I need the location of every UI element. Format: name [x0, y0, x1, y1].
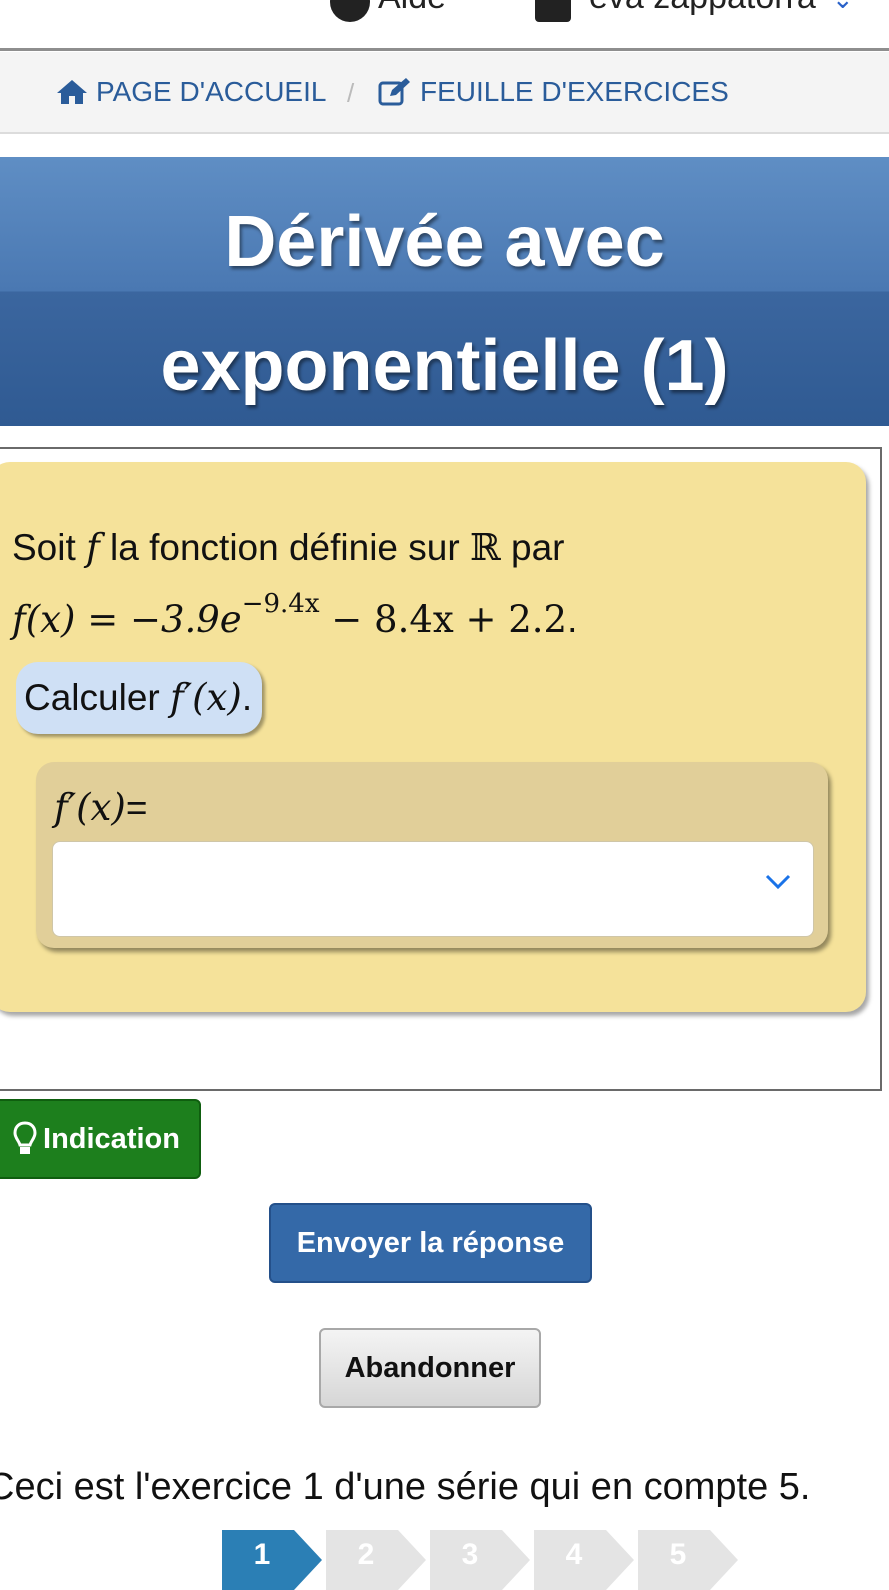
chevron-down-icon: [765, 874, 791, 890]
chevron-down-icon: ⌄: [832, 0, 854, 14]
hint-button[interactable]: Indication: [0, 1099, 201, 1179]
pager-item-4[interactable]: 4: [534, 1530, 634, 1590]
statement-line-1: Soit f la fonction définie sur ℝ par: [12, 520, 577, 576]
exercise-pager: 1 2 3 4 5: [222, 1530, 742, 1590]
answer-label-equals: =: [125, 787, 148, 828]
answer-label: f′(x)=: [54, 780, 147, 836]
user-name: eva zappatorra: [589, 0, 816, 16]
pager-item-3[interactable]: 3: [430, 1530, 530, 1590]
statement-intro: Soit: [12, 527, 76, 568]
answer-label-math: f′(x): [54, 786, 126, 829]
breadcrumb-exercise-sheet[interactable]: FEUILLE D'EXERCICES: [378, 76, 729, 108]
breadcrumb-home-label: PAGE D'ACCUEIL: [96, 76, 327, 107]
page-title: Dérivée avec exponentielle (1): [160, 202, 729, 406]
question-end: .: [241, 677, 253, 718]
exercise-statement: Soit f la fonction définie sur ℝ par f(x…: [12, 520, 577, 648]
user-menu[interactable]: eva zappatorra ⌄: [535, 0, 854, 22]
pager-item-5[interactable]: 5: [638, 1530, 738, 1590]
lightbulb-icon: [13, 1121, 37, 1154]
user-icon: [535, 0, 571, 22]
formula-lhs: f(x) = −3.9e: [12, 598, 242, 641]
statement-middle: la fonction définie sur: [110, 527, 460, 568]
statement-function: f: [86, 526, 100, 569]
statement-set: ℝ: [469, 526, 501, 569]
answer-select[interactable]: [52, 841, 814, 937]
breadcrumb-separator: /: [347, 78, 355, 108]
pager-item-1[interactable]: 1: [222, 1530, 322, 1590]
breadcrumb-sheet-label: FEUILLE D'EXERCICES: [420, 76, 729, 107]
top-user-bar: Aide eva zappatorra ⌄: [0, 0, 889, 48]
statement-formula: f(x) = −3.9e−9.4x − 8.4x + 2.2.: [12, 576, 577, 648]
hint-label: Indication: [43, 1122, 180, 1155]
question-prefix: Calculer: [24, 677, 160, 718]
formula-end: .: [567, 599, 578, 640]
series-info: Ceci est l'exercice 1 d'une série qui en…: [0, 1466, 811, 1508]
top-divider: [0, 48, 889, 51]
breadcrumb-home[interactable]: PAGE D'ACCUEIL: [56, 76, 326, 108]
help-label: Aide: [378, 0, 446, 16]
statement-end: par: [511, 527, 565, 568]
help-link[interactable]: Aide: [330, 0, 446, 22]
edit-icon: [378, 78, 410, 106]
home-icon: [57, 80, 87, 104]
breadcrumb: PAGE D'ACCUEIL / FEUILLE D'EXERCICES: [0, 52, 889, 134]
question-circle-icon: [330, 0, 370, 22]
question-bubble: Calculer f′(x).: [16, 662, 263, 734]
abandon-button[interactable]: Abandonner: [319, 1328, 541, 1408]
formula-exponent: −9.4x: [241, 589, 320, 619]
formula-rhs: − 8.4x + 2.2: [319, 598, 568, 641]
question-math: f′(x): [170, 676, 242, 719]
send-answer-button[interactable]: Envoyer la réponse: [269, 1203, 592, 1283]
pager-item-2[interactable]: 2: [326, 1530, 426, 1590]
